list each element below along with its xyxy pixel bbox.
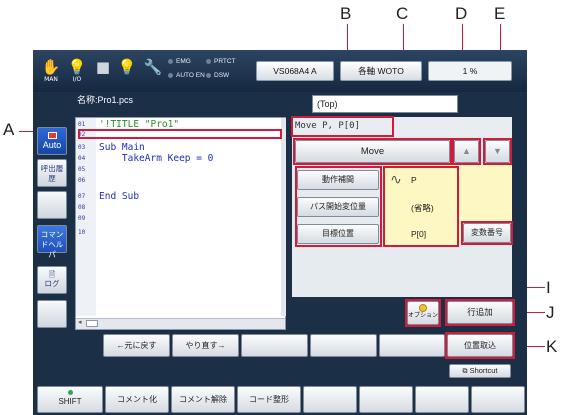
line-number: 05 bbox=[78, 166, 86, 173]
log-icon: 🗎 bbox=[48, 270, 56, 279]
edit-empty-button-1[interactable] bbox=[241, 334, 308, 357]
shortcut-label: Shortcut bbox=[469, 366, 498, 375]
move-button-highlight bbox=[293, 138, 452, 165]
lamp-icon[interactable]: 💡 bbox=[116, 58, 138, 84]
code-line[interactable]: TakeArm Keep = 0 bbox=[99, 153, 214, 164]
history-label: 呼出履歴 bbox=[40, 164, 64, 183]
up-button-highlight bbox=[452, 138, 481, 165]
uncomment-button[interactable]: コメント解除 bbox=[171, 386, 235, 413]
line-number: 03 bbox=[78, 144, 86, 151]
auto-button[interactable]: Auto bbox=[37, 127, 67, 155]
callout-d: D bbox=[455, 4, 468, 23]
callout-i: I bbox=[546, 278, 551, 297]
line-number: 09 bbox=[78, 215, 86, 222]
callout-b: B bbox=[340, 4, 352, 23]
add-line-highlight bbox=[445, 299, 515, 326]
editor-horizontal-scrollbar[interactable] bbox=[76, 318, 285, 329]
callout-k: K bbox=[546, 337, 558, 356]
shortcut-button[interactable]: ⧉ Shortcut bbox=[449, 364, 511, 378]
io-label: I/O bbox=[72, 76, 82, 83]
stop-square-icon[interactable]: ■ bbox=[92, 58, 114, 84]
code-line[interactable]: Sub Main bbox=[99, 142, 145, 153]
sidebar-empty-button-2[interactable] bbox=[37, 300, 67, 328]
callout-j: J bbox=[546, 303, 555, 322]
auto-label: Auto bbox=[42, 140, 62, 150]
footer-empty-button-2[interactable] bbox=[359, 386, 413, 413]
top-field[interactable]: (Top) bbox=[312, 95, 458, 113]
wrench-icon[interactable]: 🔧 bbox=[142, 58, 164, 84]
edit-empty-button-2[interactable] bbox=[310, 334, 377, 357]
io-bulb-icon[interactable]: 💡 I/O bbox=[66, 58, 88, 84]
callout-a: A bbox=[3, 120, 15, 139]
line-number: 04 bbox=[78, 155, 86, 162]
footer-empty-button-1[interactable] bbox=[303, 386, 357, 413]
sidebar-empty-button-1[interactable] bbox=[37, 191, 67, 219]
comment-button[interactable]: コメント化 bbox=[105, 386, 169, 413]
scroll-thumb[interactable] bbox=[86, 320, 98, 327]
led-dsw: DSW bbox=[206, 72, 229, 79]
line-number: 06 bbox=[78, 177, 86, 184]
auto-icon bbox=[47, 132, 57, 139]
program-name: 名称:Pro1.pcs bbox=[77, 95, 134, 105]
line-number: 01 bbox=[78, 121, 86, 128]
callout-e: E bbox=[494, 4, 506, 23]
editor-vertical-scrollbar[interactable] bbox=[281, 118, 286, 316]
callout-c: C bbox=[396, 4, 409, 23]
current-line-highlight bbox=[78, 129, 282, 139]
shift-indicator-icon bbox=[67, 390, 73, 395]
command-preview-highlight bbox=[291, 116, 394, 137]
line-number: 10 bbox=[78, 229, 86, 236]
man-hand-icon[interactable]: ✋ MAN bbox=[40, 58, 62, 84]
undo-button[interactable]: ←元に戻す bbox=[103, 334, 170, 357]
led-prtct: PRTCT bbox=[206, 58, 236, 65]
led-auto-en: AUTO EN bbox=[168, 72, 205, 79]
edit-empty-button-3[interactable] bbox=[379, 334, 445, 357]
log-label: ログ bbox=[44, 279, 60, 288]
line-number: 07 bbox=[78, 193, 86, 200]
argument-labels-highlight bbox=[295, 166, 382, 247]
footer-empty-button-3[interactable] bbox=[415, 386, 469, 413]
line-number: 08 bbox=[78, 204, 86, 211]
get-position-highlight bbox=[445, 332, 515, 359]
argument-values-highlight bbox=[383, 166, 459, 247]
axis-mode-button[interactable]: 各軸 WOTO bbox=[340, 61, 422, 81]
speed-indicator[interactable]: 1 % bbox=[428, 61, 512, 81]
down-button-highlight bbox=[483, 138, 512, 165]
command-helper-button[interactable]: コマンドヘルパ bbox=[37, 225, 67, 259]
led-emg: EMG bbox=[168, 58, 191, 65]
shortcut-icon: ⧉ bbox=[462, 368, 468, 375]
history-button[interactable]: 呼出履歴 bbox=[37, 159, 67, 187]
scroll-left-icon[interactable]: ◂ bbox=[78, 318, 82, 326]
variable-number-highlight bbox=[461, 221, 513, 245]
footer-empty-button-4[interactable] bbox=[471, 386, 525, 413]
shift-button[interactable]: SHIFT bbox=[37, 386, 103, 413]
format-code-button[interactable]: コード整形 bbox=[237, 386, 301, 413]
shift-label: SHIFT bbox=[58, 397, 82, 406]
option-highlight bbox=[405, 299, 441, 327]
man-label: MAN bbox=[44, 76, 58, 83]
code-line[interactable]: End Sub bbox=[99, 191, 139, 202]
log-button[interactable]: 🗎 ログ bbox=[37, 266, 67, 294]
device-button[interactable]: VS068A4 A bbox=[256, 61, 334, 81]
redo-button[interactable]: やり直す→ bbox=[172, 334, 239, 357]
